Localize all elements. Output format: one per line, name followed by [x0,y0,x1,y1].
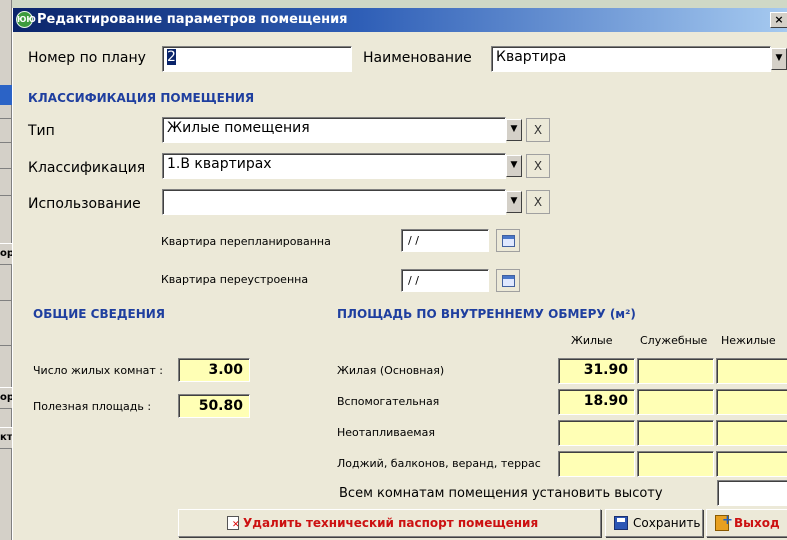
room-height-input[interactable] [717,480,787,506]
useful-area-label: Полезная площадь : [33,400,152,413]
area-cell[interactable] [637,420,714,446]
plan-number-label: Номер по плану [28,50,146,66]
area-cell[interactable] [716,451,787,477]
area-cell[interactable] [716,389,787,415]
window-title: Редактирование параметров помещения [37,12,348,27]
save-button[interactable]: Сохранить [605,509,703,537]
area-row-label: Вспомогательная [337,395,440,408]
delete-passport-button[interactable]: Удалить технический паспорт помещения [178,509,601,537]
area-row-label: Лоджий, балконов, веранд, террас [337,457,541,470]
classification-label: Классификация [28,160,146,176]
rebuilt-calendar-button[interactable] [496,269,520,292]
usage-dropdown-button[interactable]: ▼ [506,191,522,213]
save-label: Сохранить [633,516,701,530]
type-dropdown-button[interactable]: ▼ [506,119,522,141]
area-cell[interactable]: 18.90 [558,389,635,415]
calendar-icon [502,235,515,247]
area-cell[interactable] [637,389,714,415]
classification-section-title: КЛАССИФИКАЦИЯ ПОМЕЩЕНИЯ [28,91,255,105]
background-fragment: кт [0,427,12,449]
room-height-label: Всем комнатам помещения установить высот… [339,486,663,501]
calendar-icon [502,275,515,287]
replanned-label: Квартира перепланированна [161,235,331,248]
name-dropdown-button[interactable]: ▼ [771,48,787,70]
background-fragment: ор [0,387,12,409]
close-button[interactable]: × [770,12,787,28]
exit-door-icon [715,513,733,531]
rooms-count-label: Число жилых комнат : [33,364,163,377]
area-cell[interactable]: 31.90 [558,358,635,384]
replanned-calendar-button[interactable] [496,229,520,252]
area-cell[interactable] [558,420,635,446]
exit-label: Выход [734,516,780,530]
area-cell[interactable] [558,451,635,477]
classification-select[interactable]: 1.В квартирах [162,153,506,179]
title-bar: ЮЮ Редактирование параметров помещения × [13,8,787,32]
classification-clear-button[interactable]: X [526,154,550,178]
plan-number-input[interactable]: 2 [162,46,352,72]
usage-clear-button[interactable]: X [526,190,550,214]
rebuilt-date-input[interactable]: / / [401,269,489,292]
area-section-title: ПЛОЩАДЬ ПО ВНУТРЕННЕМУ ОБМЕРУ (м²) [337,307,636,321]
classification-dropdown-button[interactable]: ▼ [506,155,522,177]
rebuilt-label: Квартира переустроенна [161,273,309,286]
usage-label: Использование [28,196,141,212]
general-section-title: ОБЩИЕ СВЕДЕНИЯ [33,307,166,321]
type-label: Тип [28,123,55,139]
app-logo-icon: ЮЮ [16,11,36,28]
name-select[interactable]: Квартира [491,46,771,72]
replanned-date-input[interactable]: / / [401,229,489,252]
usage-select[interactable] [162,189,506,215]
name-label: Наименование [363,50,472,66]
area-cell[interactable] [716,420,787,446]
floppy-disk-icon [614,516,628,530]
background-fragment: ор [0,243,12,265]
type-clear-button[interactable]: X [526,118,550,142]
delete-passport-label: Удалить технический паспорт помещения [243,516,539,530]
area-row-label: Неотапливаемая [337,426,435,439]
useful-area-field[interactable]: 50.80 [178,394,250,418]
edit-room-dialog: ЮЮ Редактирование параметров помещения ×… [12,8,787,540]
exit-button[interactable]: Выход [706,509,787,537]
column-header-living: Жилые [571,334,613,347]
area-cell[interactable] [637,451,714,477]
column-header-nonresidential: Нежилые [721,334,776,347]
type-select[interactable]: Жилые помещения [162,117,506,143]
background-selection [0,85,12,105]
area-cell[interactable] [637,358,714,384]
column-header-service: Служебные [640,334,708,347]
area-cell[interactable] [716,358,787,384]
rooms-count-field[interactable]: 3.00 [178,358,250,382]
background-window-edge: ор ор кт [0,0,12,540]
area-row-label: Жилая (Основная) [337,364,445,377]
delete-document-icon [227,516,240,530]
